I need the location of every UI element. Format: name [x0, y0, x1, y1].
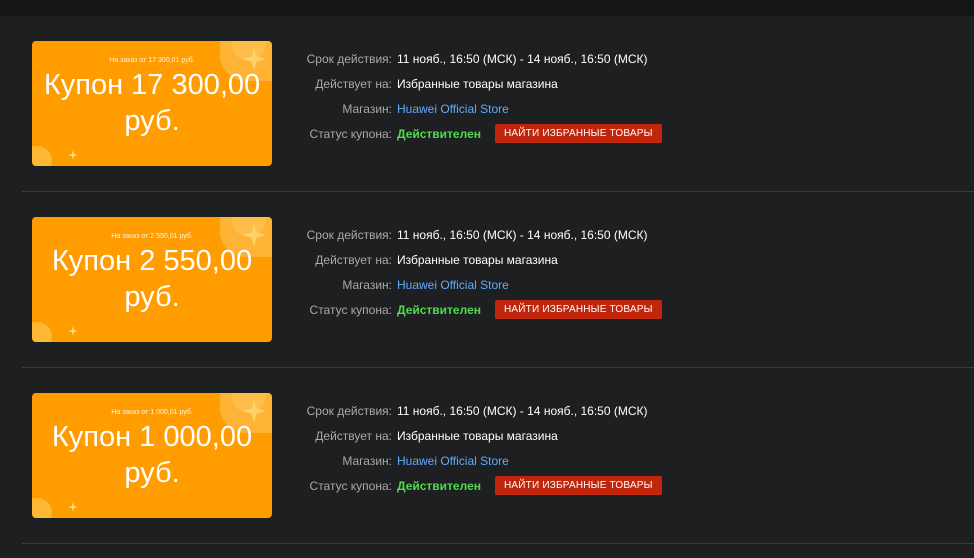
- validity-value: 11 нояб., 16:50 (МСК) - 14 нояб., 16:50 …: [397, 51, 648, 66]
- coupon-decoration: [32, 322, 52, 342]
- coupon-details: Срок действия: 11 нояб., 16:50 (МСК) - 1…: [306, 398, 662, 498]
- applies-line: Действует на: Избранные товары магазина: [306, 423, 662, 448]
- status-value: Действителен: [397, 126, 481, 141]
- validity-label: Срок действия:: [306, 227, 392, 242]
- coupon-min-order: На заказ от 1 000,01 руб.: [111, 409, 193, 416]
- coupon-row: На заказ от 2 550,01 руб. Купон 2 550,00…: [22, 192, 974, 368]
- find-featured-products-button[interactable]: НАЙТИ ИЗБРАННЫЕ ТОВАРЫ: [495, 300, 662, 319]
- status-line: Статус купона: Действителен НАЙТИ ИЗБРАН…: [306, 121, 662, 146]
- store-link[interactable]: Huawei Official Store: [397, 102, 509, 116]
- applies-label: Действует на:: [315, 428, 392, 443]
- validity-value: 11 нояб., 16:50 (МСК) - 14 нояб., 16:50 …: [397, 227, 648, 242]
- status-label: Статус купона:: [309, 478, 392, 493]
- coupon-details: Срок действия: 11 нояб., 16:50 (МСК) - 1…: [306, 222, 662, 322]
- store-label: Магазин:: [342, 277, 392, 292]
- coupon-row: На заказ от 17 300,01 руб. Купон 17 300,…: [22, 16, 974, 192]
- validity-line: Срок действия: 11 нояб., 16:50 (МСК) - 1…: [306, 398, 662, 423]
- validity-line: Срок действия: 11 нояб., 16:50 (МСК) - 1…: [306, 222, 662, 247]
- coupon-amount: Купон 2 550,00 руб.: [32, 243, 272, 315]
- applies-line: Действует на: Избранные товары магазина: [306, 71, 662, 96]
- coupon-amount: Купон 17 300,00 руб.: [32, 67, 272, 139]
- status-label: Статус купона:: [309, 126, 392, 141]
- find-featured-products-button[interactable]: НАЙТИ ИЗБРАННЫЕ ТОВАРЫ: [495, 476, 662, 495]
- coupon-details: Срок действия: 11 нояб., 16:50 (МСК) - 1…: [306, 46, 662, 146]
- status-label: Статус купона:: [309, 302, 392, 317]
- validity-value: 11 нояб., 16:50 (МСК) - 14 нояб., 16:50 …: [397, 403, 648, 418]
- sparkle-icon: [68, 502, 78, 512]
- coupon-row: На заказ от 1 000,01 руб. Купон 1 000,00…: [22, 368, 974, 544]
- validity-label: Срок действия:: [306, 403, 392, 418]
- sparkle-icon: [68, 150, 78, 160]
- store-label: Магазин:: [342, 453, 392, 468]
- store-line: Магазин: Huawei Official Store: [306, 272, 662, 297]
- top-bar: [0, 0, 974, 16]
- coupon-min-order: На заказ от 17 300,01 руб.: [109, 57, 195, 64]
- status-line: Статус купона: Действителен НАЙТИ ИЗБРАН…: [306, 297, 662, 322]
- applies-line: Действует на: Избранные товары магазина: [306, 247, 662, 272]
- coupon-amount-currency: руб.: [124, 105, 180, 137]
- store-link[interactable]: Huawei Official Store: [397, 454, 509, 468]
- coupon-amount-value: Купон 17 300,00: [43, 69, 261, 101]
- validity-line: Срок действия: 11 нояб., 16:50 (МСК) - 1…: [306, 46, 662, 71]
- coupon-list: На заказ от 17 300,01 руб. Купон 17 300,…: [22, 16, 974, 544]
- coupon-decoration: [32, 498, 52, 518]
- coupon-amount-value: Купон 2 550,00: [51, 245, 253, 277]
- coupon-card: На заказ от 17 300,01 руб. Купон 17 300,…: [32, 41, 272, 166]
- applies-value: Избранные товары магазина: [397, 428, 558, 443]
- find-featured-products-button[interactable]: НАЙТИ ИЗБРАННЫЕ ТОВАРЫ: [495, 124, 662, 143]
- coupon-amount-value: Купон 1 000,00: [51, 421, 253, 453]
- status-line: Статус купона: Действителен НАЙТИ ИЗБРАН…: [306, 473, 662, 498]
- coupon-min-order: На заказ от 2 550,01 руб.: [111, 233, 193, 240]
- status-value: Действителен: [397, 478, 481, 493]
- applies-label: Действует на:: [315, 76, 392, 91]
- store-line: Магазин: Huawei Official Store: [306, 96, 662, 121]
- coupon-card: На заказ от 1 000,01 руб. Купон 1 000,00…: [32, 393, 272, 518]
- store-link[interactable]: Huawei Official Store: [397, 278, 509, 292]
- applies-value: Избранные товары магазина: [397, 252, 558, 267]
- store-line: Магазин: Huawei Official Store: [306, 448, 662, 473]
- coupon-card: На заказ от 2 550,01 руб. Купон 2 550,00…: [32, 217, 272, 342]
- applies-label: Действует на:: [315, 252, 392, 267]
- status-value: Действителен: [397, 302, 481, 317]
- store-label: Магазин:: [342, 101, 392, 116]
- validity-label: Срок действия:: [306, 51, 392, 66]
- coupon-decoration: [32, 146, 52, 166]
- sparkle-icon: [68, 326, 78, 336]
- coupon-amount: Купон 1 000,00 руб.: [32, 419, 272, 491]
- applies-value: Избранные товары магазина: [397, 76, 558, 91]
- coupon-amount-currency: руб.: [124, 457, 180, 489]
- coupon-amount-currency: руб.: [124, 281, 180, 313]
